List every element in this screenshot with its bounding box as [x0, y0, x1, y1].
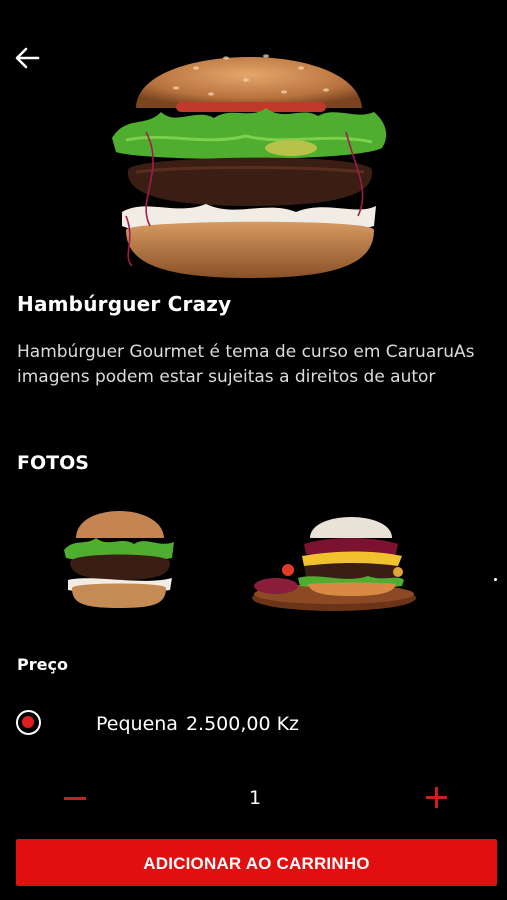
plus-icon-vertical [435, 787, 438, 808]
quantity-value: 1 [248, 787, 262, 809]
back-button[interactable] [12, 42, 44, 74]
product-title: Hambúrguer Crazy [17, 292, 232, 316]
option-price: 2.500,00 Kz [185, 713, 300, 735]
photo-thumbnail-2[interactable] [248, 508, 420, 612]
option-size: Pequena [96, 713, 178, 735]
price-option-label[interactable]: Pequena 2.500,00 Kz [96, 713, 299, 735]
photo-thumbnail-1[interactable] [62, 500, 177, 612]
product-description: Hambúrguer Gourmet é tema de curso em Ca… [17, 342, 475, 387]
size-radio-pequena[interactable] [16, 710, 41, 735]
carousel-indicator [494, 578, 497, 581]
radio-selected-indicator [22, 716, 34, 728]
photos-heading: FOTOS [17, 452, 89, 474]
product-image [112, 54, 387, 278]
minus-icon [64, 797, 86, 800]
decrease-quantity-button[interactable] [60, 784, 92, 812]
arrow-left-icon [15, 47, 40, 69]
increase-quantity-button[interactable] [422, 783, 452, 813]
price-heading: Preço [17, 655, 68, 674]
add-to-cart-button[interactable]: ADICIONAR AO CARRINHO [16, 839, 497, 886]
